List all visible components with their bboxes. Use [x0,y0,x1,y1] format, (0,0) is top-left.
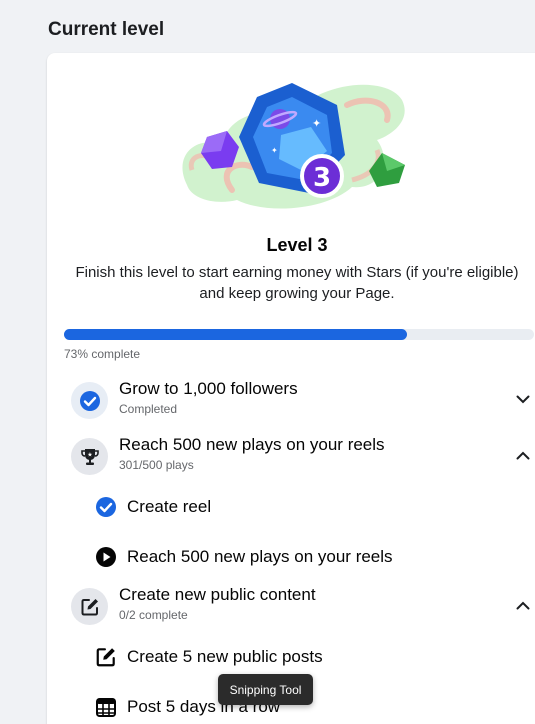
subtask-create-reel[interactable]: Create reel [95,494,525,522]
snipping-tool-tooltip: Snipping Tool [218,674,313,705]
chevron-up-icon[interactable] [513,445,533,465]
subtask-label: Reach 500 new plays on your reels [127,547,393,566]
level-title: Level 3 [266,235,328,255]
chevron-down-icon[interactable] [513,389,533,409]
task-reach-plays[interactable]: ★ Reach 500 new plays on your reels 301/… [71,435,531,479]
checkmark-circle-icon [95,496,117,518]
level-progress-fill [64,329,408,340]
edit-icon [95,646,117,668]
section-title: Current level [48,19,165,40]
play-circle-icon [95,546,117,568]
subtask-label: Create reel [127,497,212,516]
trophy-icon: ★ [71,438,108,475]
chevron-up-icon[interactable] [513,595,533,615]
svg-text:★: ★ [87,451,92,458]
current-level-card: ✦ ✦ 3 Level 3 Finish this level to start… [47,53,535,724]
task-status: 0/2 complete [119,608,188,622]
checkmark-circle-icon [71,382,108,419]
task-title: Create new public content [119,585,316,604]
subtask-reach-plays[interactable]: Reach 500 new plays on your reels [95,544,525,572]
svg-text:✦: ✦ [312,117,321,130]
task-title: Reach 500 new plays on your reels [119,435,385,454]
level-description: Finish this level to start earning money… [75,264,519,302]
svg-text:✦: ✦ [271,146,278,155]
task-status: Completed [119,402,178,416]
subtask-label: Create 5 new public posts [127,647,323,666]
task-title: Grow to 1,000 followers [119,379,298,398]
calendar-icon [95,696,117,718]
task-grow-followers[interactable]: Grow to 1,000 followers Completed [71,379,531,423]
task-status: 301/500 plays [119,458,194,472]
progress-label: 73% complete [64,347,141,361]
task-create-content[interactable]: Create new public content 0/2 complete [71,585,531,629]
level-progress-bar [64,329,534,340]
level-badge-number: 3 [313,163,331,193]
subtask-create-posts[interactable]: Create 5 new public posts [95,644,525,672]
edit-icon [71,588,108,625]
level-badge-illustration: ✦ ✦ 3 [182,83,405,209]
